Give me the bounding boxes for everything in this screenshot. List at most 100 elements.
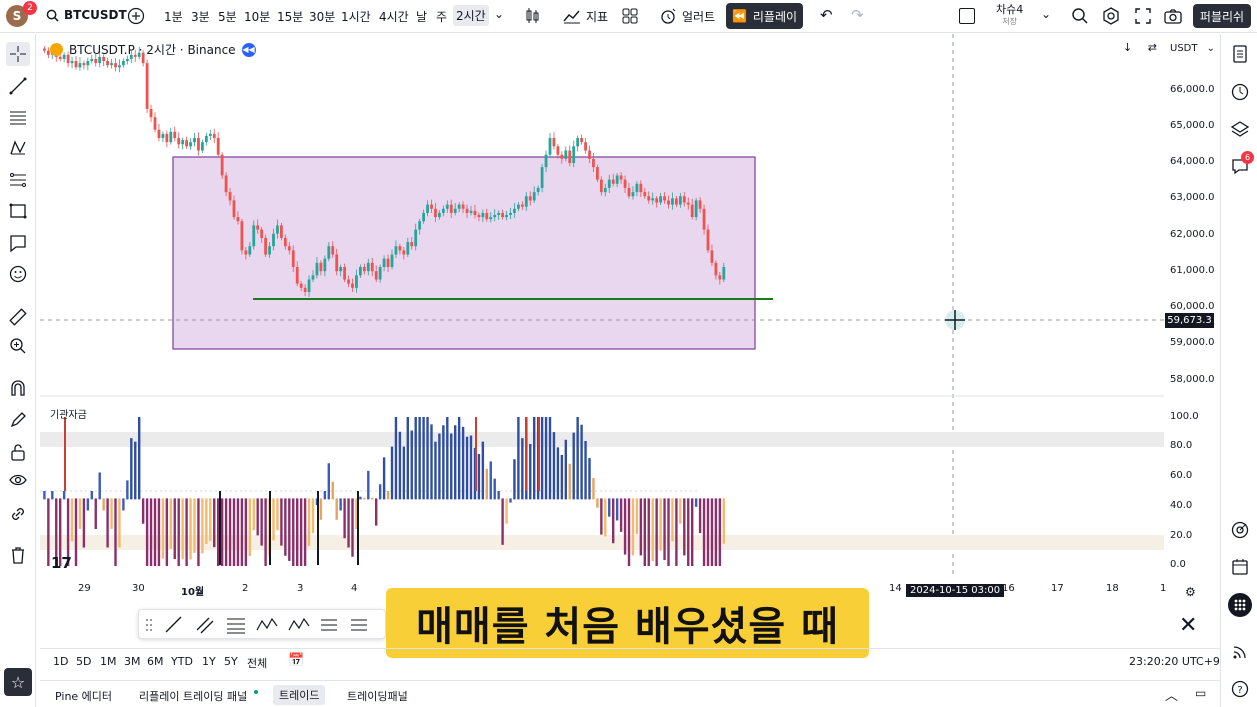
horizontal-lines-icon[interactable] xyxy=(6,105,30,129)
candle-body xyxy=(264,237,267,255)
ruler-icon[interactable] xyxy=(6,305,30,329)
emoji-icon[interactable] xyxy=(6,262,30,286)
price-tick: 62,000.0 xyxy=(1170,229,1215,240)
replay-indicator-icon[interactable]: ◀◀ xyxy=(241,42,256,57)
candle-body xyxy=(110,63,113,66)
axis-settings-icon[interactable]: ⚙ xyxy=(1185,585,1196,599)
layout-chevron-down-icon[interactable]: ⌄ xyxy=(1041,7,1051,21)
candle-body xyxy=(556,146,560,155)
lines-tool-icon[interactable] xyxy=(227,618,245,634)
interval-2h-selected[interactable]: 2시간 xyxy=(453,5,489,26)
indicators-button[interactable]: 지표 xyxy=(562,6,608,26)
interval-15m[interactable]: 15분 xyxy=(277,8,303,25)
chart-pane[interactable]: 17 xyxy=(40,34,1164,574)
interval-1h[interactable]: 1시간 xyxy=(341,8,371,25)
price-chart[interactable]: 17 xyxy=(40,34,1164,574)
trendline-icon[interactable] xyxy=(6,74,30,98)
target-icon[interactable] xyxy=(1228,518,1252,542)
crosshair-icon[interactable] xyxy=(6,42,30,66)
fullscreen-icon[interactable] xyxy=(1133,6,1153,29)
currency-selector[interactable]: USDT ⌄ xyxy=(1170,43,1215,54)
calendar-icon[interactable] xyxy=(1228,555,1252,579)
drag-handle-icon[interactable] xyxy=(146,619,152,631)
undo-icon[interactable]: ↶ xyxy=(820,6,833,24)
candle-body xyxy=(94,58,98,64)
channel-tool-icon[interactable] xyxy=(196,617,214,634)
maximize-panel-icon[interactable]: ▭ xyxy=(1195,686,1206,700)
magnet-icon[interactable] xyxy=(6,376,30,400)
interval-10m[interactable]: 10분 xyxy=(244,8,270,25)
alert-button[interactable]: 얼러트 xyxy=(658,6,715,26)
range-6m[interactable]: 6M xyxy=(147,655,164,668)
tab-trade[interactable]: 트레이드 xyxy=(273,685,326,705)
drawing-mode-icon[interactable] xyxy=(6,408,30,432)
link-icon[interactable] xyxy=(6,502,30,526)
eye-icon[interactable] xyxy=(6,468,30,492)
favorites-star-icon[interactable]: ☆ xyxy=(4,668,32,696)
sync-icon[interactable]: ⇄ xyxy=(1148,41,1157,54)
apps-grid-icon[interactable] xyxy=(1228,593,1252,617)
range-1d[interactable]: 1D xyxy=(53,655,68,668)
redo-icon[interactable]: ↷ xyxy=(851,6,864,24)
zoom-in-icon[interactable] xyxy=(6,334,30,358)
abcd-tool-icon[interactable] xyxy=(288,617,310,631)
chevron-down-icon[interactable]: ⌄ xyxy=(494,7,504,21)
lock-icon[interactable] xyxy=(6,440,30,464)
fib-tool-icon[interactable] xyxy=(321,619,337,631)
fib-extension-tool-icon[interactable] xyxy=(351,619,367,631)
tab-trading-panel[interactable]: 트레이딩패널 xyxy=(347,688,408,704)
layout-name[interactable]: 차슈4 저장 xyxy=(996,4,1023,28)
range-3m[interactable]: 3M xyxy=(124,655,141,668)
watchlist-icon[interactable] xyxy=(1228,42,1252,66)
settings-icon[interactable] xyxy=(1101,6,1121,29)
quick-search-icon[interactable] xyxy=(1070,6,1090,29)
text-note-icon[interactable] xyxy=(6,231,30,255)
publish-button[interactable]: 퍼블리쉬 xyxy=(1193,4,1251,28)
interval-4h[interactable]: 4시간 xyxy=(379,8,409,25)
range-1m[interactable]: 1M xyxy=(100,655,117,668)
chart-legend[interactable]: BTCUSDT.P · 2시간 · Binance ◀◀ xyxy=(50,41,256,58)
range-5d[interactable]: 5D xyxy=(76,655,91,668)
interval-3m[interactable]: 3분 xyxy=(191,8,210,25)
help-icon[interactable]: ? xyxy=(1228,677,1252,701)
rectangle-icon[interactable] xyxy=(6,199,30,223)
close-icon[interactable]: ✕ xyxy=(1179,613,1197,638)
wave-tool-icon[interactable] xyxy=(256,617,278,631)
compare-add-icon[interactable] xyxy=(127,7,145,28)
candle-body xyxy=(74,61,78,68)
range-all[interactable]: 전체 xyxy=(247,655,267,671)
camera-icon[interactable] xyxy=(1163,6,1183,29)
candle-type-icon[interactable] xyxy=(522,6,542,29)
range-1y[interactable]: 1Y xyxy=(202,655,216,668)
clock-label[interactable]: 23:20:20 UTC+9 xyxy=(1129,655,1220,668)
candle-body xyxy=(248,246,252,255)
symbol-search[interactable]: BTCUSDT xyxy=(46,8,127,22)
tab-pine-editor[interactable]: Pine 에디터 xyxy=(55,688,112,704)
layout-square-icon[interactable] xyxy=(959,8,975,24)
price-axis[interactable]: USDT ⌄ 66,000.0 65,000.0 64,000.0 63,000… xyxy=(1164,34,1219,574)
range-5y[interactable]: 5Y xyxy=(224,655,238,668)
candle-body xyxy=(216,138,220,155)
interval-5m[interactable]: 5분 xyxy=(218,8,237,25)
alerts-clock-icon[interactable] xyxy=(1228,80,1252,104)
goto-date-icon[interactable]: 📅 xyxy=(288,653,304,668)
interval-day[interactable]: 날 xyxy=(416,8,427,25)
candle-body xyxy=(714,262,718,276)
range-ytd[interactable]: YTD xyxy=(171,655,193,668)
replay-button[interactable]: ⏪ 리플레이 xyxy=(726,3,803,29)
fib-icon[interactable] xyxy=(6,168,30,192)
tab-replay-trading-panel[interactable]: 리플레이 트레이딩 패널 xyxy=(139,688,247,704)
indicator-title[interactable]: 기관자금 xyxy=(50,406,87,421)
arrow-down-icon[interactable]: ↓ xyxy=(1123,41,1132,54)
templates-icon[interactable] xyxy=(620,6,640,29)
chevron-up-icon[interactable]: ︿ xyxy=(1165,685,1178,704)
broadcast-icon[interactable] xyxy=(1228,640,1252,664)
bottom-panel-tabs: Pine 에디터 리플레이 트레이딩 패널 트레이드 트레이딩패널 ︿ ▭ xyxy=(40,680,1220,707)
interval-week[interactable]: 주 xyxy=(436,8,447,25)
pattern-icon[interactable] xyxy=(6,136,30,160)
trendline-tool-icon[interactable] xyxy=(165,616,182,633)
trash-icon[interactable] xyxy=(6,543,30,567)
layers-icon[interactable] xyxy=(1228,117,1252,141)
interval-30m[interactable]: 30분 xyxy=(309,8,335,25)
interval-1m[interactable]: 1분 xyxy=(164,8,183,25)
